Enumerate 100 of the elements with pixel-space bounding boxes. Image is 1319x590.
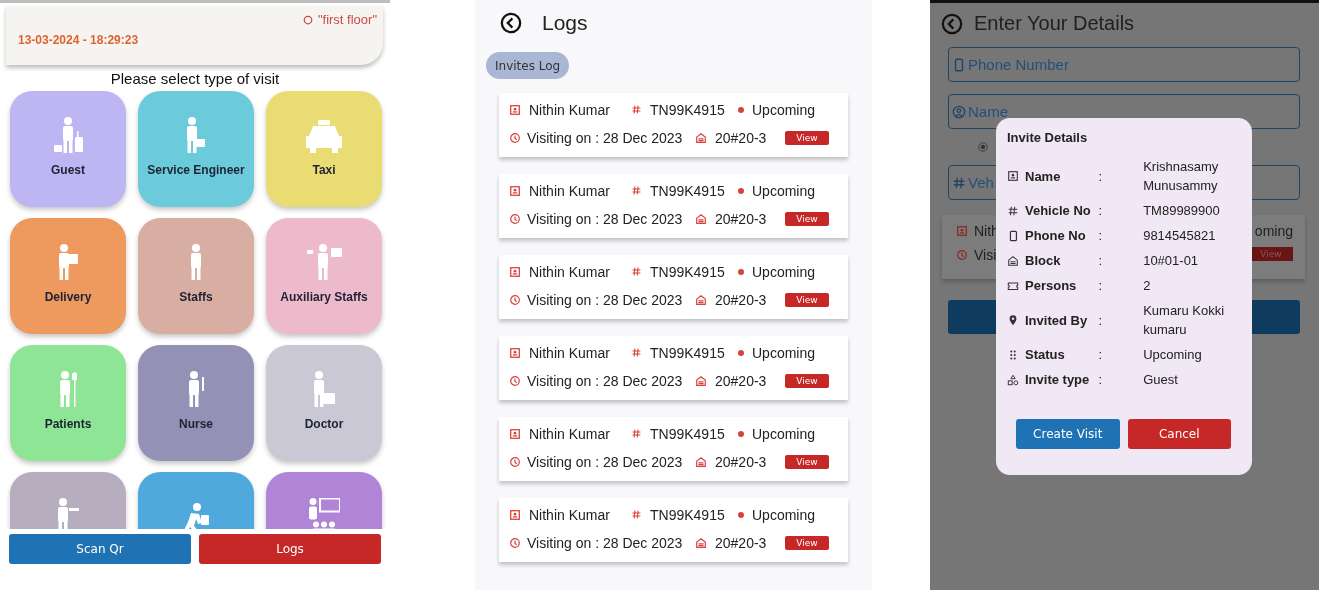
invite-card[interactable]: Nithin Kumar TN99K4915 Upcoming Visiting on : 28 Dec 2023 20#20-3 View [499, 336, 848, 400]
visit-type-tile[interactable]: Auxiliary Staffs [266, 218, 382, 334]
visitor-name: Nithin Kumar [529, 182, 611, 199]
field-value: 10#01-01 [1143, 252, 1200, 270]
phone-icon [1007, 229, 1019, 242]
view-button[interactable]: View [785, 130, 829, 145]
status-text: oming [1254, 223, 1293, 239]
ticket-icon [1007, 279, 1019, 292]
clock-icon [509, 455, 521, 468]
invite-card[interactable]: Nithin Kumar TN99K4915 Upcoming Visiting on : 28 Dec 2023 20#20-3 View [499, 255, 848, 319]
tile-label: Auxiliary Staffs [280, 290, 368, 304]
view-button[interactable]: View [785, 535, 829, 550]
date-time: 13-03-2024 - 18:29:23 [18, 33, 140, 47]
block-number: 20#20-3 [715, 453, 768, 470]
screen-title: Logs [542, 11, 588, 35]
view-button[interactable]: View [785, 292, 829, 307]
visit-type-tile[interactable]: Staffs [138, 218, 254, 334]
create-visit-button[interactable]: Create Visit [1016, 419, 1120, 449]
tile-label: Delivery [44, 290, 92, 304]
visit-type-tile[interactable]: Doctor [266, 345, 382, 461]
visit-type-tile[interactable]: Nurse [138, 345, 254, 461]
vehicle-number: TN99K4915 [650, 425, 726, 442]
clock-icon [509, 536, 521, 549]
clock-icon [509, 212, 521, 225]
vehicle-number: TN99K4915 [650, 182, 726, 199]
person-icon [57, 498, 79, 529]
status-dot [738, 268, 744, 275]
field-label: Persons [1025, 278, 1078, 293]
dialog-title: Invite Details [1007, 130, 1089, 145]
field-label: Block [1025, 253, 1062, 268]
back-icon[interactable] [500, 12, 522, 34]
separator: : [1098, 372, 1104, 387]
visitor-name: Nithin Kumar [529, 101, 611, 118]
logs-button[interactable]: Logs [199, 534, 381, 564]
view-button[interactable]: View [785, 211, 829, 226]
building-icon [695, 374, 707, 387]
person-carrying-box-icon [58, 244, 78, 280]
visitor-name: Nithin Kumar [529, 425, 611, 442]
shapes-icon [1007, 373, 1019, 386]
hash-icon [631, 428, 642, 439]
visit-type-tile[interactable]: Patients [10, 345, 126, 461]
status-text: Upcoming [752, 344, 816, 361]
visitor-name: Nithin Kumar [529, 263, 611, 280]
id-card-icon [509, 346, 521, 359]
view-button[interactable]: View [785, 454, 829, 469]
location-pin-icon [1007, 314, 1019, 326]
visitor-name: Nithin Kumar [529, 506, 611, 523]
input-field[interactable]: Phone Number [948, 47, 1300, 82]
view-button[interactable]: View [785, 373, 829, 388]
status-text: Upcoming [752, 263, 816, 280]
clock-icon [956, 249, 968, 261]
invite-card[interactable]: Nithin Kumar TN99K4915 Upcoming Visiting on : 28 Dec 2023 20#20-3 View [499, 498, 848, 562]
filter-chip[interactable]: Invites Log [486, 52, 570, 79]
visit-type-tile[interactable]: Guest [10, 91, 126, 207]
vehicle-number: TN99K4915 [650, 506, 726, 523]
person-with-suitcase-icon [53, 117, 83, 153]
taxi-icon [306, 120, 342, 153]
field-value: 9814545821 [1143, 227, 1217, 245]
id-card-icon [1007, 170, 1019, 182]
id-card-icon [509, 265, 521, 278]
user-circle-icon [952, 104, 966, 119]
vehicle-number: TN99K4915 [650, 263, 726, 280]
visit-date: Visiting on : 28 Dec 2023 [527, 210, 684, 227]
screen-title: Enter Your Details [974, 12, 1135, 35]
clock-icon [509, 131, 521, 144]
phone-icon [952, 57, 966, 72]
separator: : [1098, 203, 1104, 218]
invite-card[interactable]: Nithin Kumar TN99K4915 Upcoming Visiting on : 28 Dec 2023 20#20-3 View [499, 93, 848, 157]
person-with-briefcase-icon [187, 117, 205, 153]
person-icon [188, 371, 204, 407]
clock-icon [509, 293, 521, 306]
field-label: Phone No [1025, 228, 1087, 243]
field-label: Invite type [1025, 372, 1091, 387]
visit-type-tile[interactable]: Taxi [266, 91, 382, 207]
radio-button[interactable] [978, 142, 988, 152]
vehicle-number: TN99K4915 [650, 101, 726, 118]
field-value: Upcoming [1143, 346, 1203, 364]
tile-label: Staffs [179, 290, 213, 304]
separator: : [1098, 347, 1104, 362]
building-icon [695, 455, 707, 468]
visit-type-tile[interactable]: Service Engineer [138, 91, 254, 207]
invite-card[interactable]: Nithin Kumar TN99K4915 Upcoming Visiting on : 28 Dec 2023 20#20-3 View [499, 174, 848, 238]
status-dot [738, 430, 744, 437]
building-icon [695, 212, 707, 225]
scan-qr-button[interactable]: Scan Qr [9, 534, 191, 564]
tile-label: Service Engineer [147, 163, 245, 177]
field-value: Kumaru Kokki kumaru [1143, 302, 1226, 339]
visitor-name: Nithin Kumar [529, 344, 611, 361]
hash-icon [952, 175, 966, 190]
visit-date: Visiting on : 28 Dec 2023 [527, 129, 684, 146]
field-label: Invited By [1025, 312, 1089, 328]
visit-type-tile[interactable]: Delivery [10, 218, 126, 334]
tile-label: Nurse [179, 417, 213, 431]
tile-label: Doctor [304, 417, 344, 431]
status-dot [738, 106, 744, 113]
block-number: 20#20-3 [715, 534, 768, 551]
field-value: Krishnasamy Munusammy [1143, 158, 1220, 195]
cancel-button[interactable]: Cancel [1127, 419, 1231, 449]
invite-card[interactable]: Nithin Kumar TN99K4915 Upcoming Visiting on : 28 Dec 2023 20#20-3 View [499, 417, 848, 481]
block-number: 20#20-3 [715, 291, 768, 308]
